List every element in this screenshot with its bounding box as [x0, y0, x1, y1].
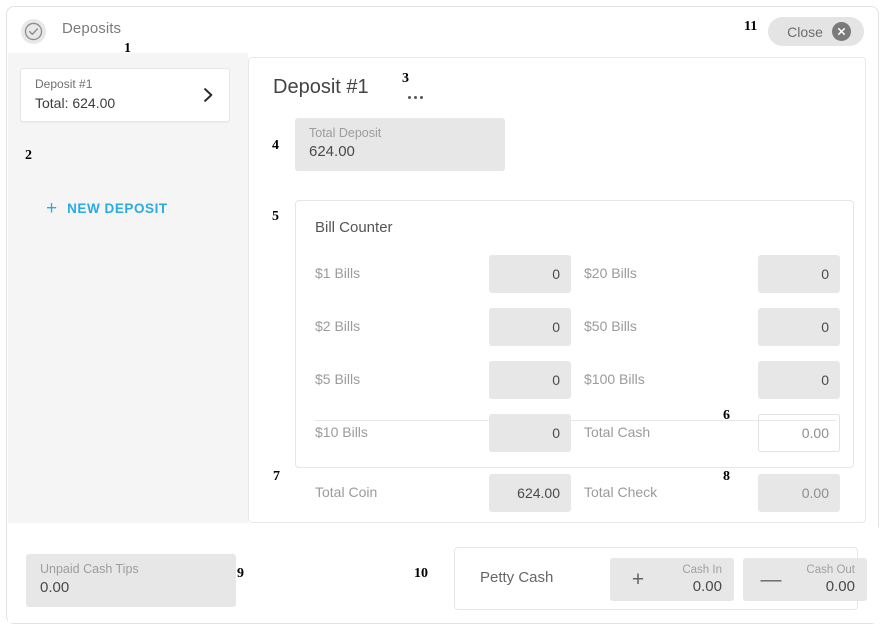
total-coin-input[interactable]: 624.00 — [489, 474, 571, 512]
check-circle-icon — [21, 19, 46, 44]
deposit-item-name: Deposit #1 — [35, 77, 93, 91]
plus-icon: + — [631, 568, 645, 591]
marker-9: 9 — [237, 566, 244, 581]
close-button-label: Close — [787, 23, 823, 40]
plus-icon: + — [46, 198, 58, 219]
unpaid-cash-tips-label: Unpaid Cash Tips — [40, 562, 139, 576]
total-deposit-field[interactable]: Total Deposit 624.00 — [295, 118, 505, 171]
bill-counter-row: $1 Bills 0 $20 Bills 0 — [296, 249, 855, 302]
new-deposit-button[interactable]: + NEW DEPOSIT — [46, 199, 168, 218]
total-deposit-label: Total Deposit — [309, 126, 382, 140]
bill-counter-card: Bill Counter $1 Bills 0 $20 Bills 0 $2 B… — [295, 200, 855, 512]
marker-11: 11 — [744, 19, 758, 34]
deposit-detail-title: Deposit #1 — [273, 76, 369, 98]
bill-input-50-bills[interactable]: 0 — [758, 308, 840, 346]
cash-in-value: 0.00 — [692, 578, 722, 596]
total-cash-label: Total Cash — [584, 424, 651, 440]
footer: Unpaid Cash Tips 0.00 Petty Cash + Cash … — [8, 527, 879, 623]
unpaid-cash-tips-value: 0.00 — [40, 579, 70, 596]
close-button[interactable]: Close — [768, 17, 864, 46]
cash-out-value: 0.00 — [825, 578, 855, 596]
bill-label-50-bills: $50 Bills — [584, 318, 637, 334]
chevron-right-icon — [198, 84, 218, 111]
bill-input-1-bills[interactable]: 0 — [489, 255, 571, 293]
bill-label-20-bills: $20 Bills — [584, 265, 637, 281]
bill-input-5-bills[interactable]: 0 — [489, 361, 571, 399]
cash-in-caption: Cash In — [682, 563, 722, 576]
marker-3: 3 — [402, 71, 409, 86]
bill-label-10-bills: $10 Bills — [315, 424, 368, 440]
bill-counter-row: $10 Bills 0 Total Cash 0.00 — [296, 408, 855, 461]
marker-2: 2 — [25, 148, 32, 163]
bill-input-2-bills[interactable]: 0 — [489, 308, 571, 346]
cash-out-button[interactable]: — Cash Out 0.00 — [743, 558, 867, 601]
petty-cash-label: Petty Cash — [480, 569, 554, 586]
bill-label-100-bills: $100 Bills — [584, 371, 645, 387]
cash-in-button[interactable]: + Cash In 0.00 — [610, 558, 734, 601]
marker-1: 1 — [124, 41, 131, 56]
sidebar-item-deposit-1[interactable]: Deposit #1 Total: 624.00 — [20, 68, 230, 122]
bill-label-2-bills: $2 Bills — [315, 318, 361, 334]
total-check-input[interactable]: 0.00 — [758, 474, 840, 512]
new-deposit-label: NEW DEPOSIT — [67, 201, 168, 216]
page-title: Deposits — [62, 20, 122, 37]
marker-4: 4 — [272, 138, 279, 153]
deposit-detail-panel: Deposit #1 Total Deposit 624.00 Bill Cou… — [248, 57, 866, 523]
marker-10: 10 — [414, 566, 428, 581]
bill-input-20-bills[interactable]: 0 — [758, 255, 840, 293]
bill-counter-row: $2 Bills 0 $50 Bills 0 — [296, 302, 855, 355]
marker-7: 7 — [273, 469, 280, 484]
deposits-container: Deposits Close Deposit #1 Total: 624.00 — [6, 6, 879, 624]
bill-counter-row: $5 Bills 0 $100 Bills 0 — [296, 355, 855, 408]
marker-5: 5 — [272, 209, 279, 224]
marker-8: 8 — [723, 469, 730, 484]
total-deposit-value: 624.00 — [309, 143, 355, 160]
total-coin-label: Total Coin — [315, 484, 378, 500]
bill-counter-title: Bill Counter — [315, 219, 393, 236]
bill-label-5-bills: $5 Bills — [315, 371, 361, 387]
petty-cash-section: Petty Cash + Cash In 0.00 — Cash Out 0.0… — [454, 547, 867, 610]
bill-counter-divider — [315, 420, 836, 421]
marker-6: 6 — [723, 408, 730, 423]
deposits-screen: Deposits Close Deposit #1 Total: 624.00 — [0, 0, 885, 630]
minus-icon: — — [760, 568, 782, 591]
bill-input-100-bills[interactable]: 0 — [758, 361, 840, 399]
total-check-label: Total Check — [584, 484, 658, 500]
bill-label-1-bills: $1 Bills — [315, 265, 361, 281]
bill-counter-totals-row: Total Coin 624.00 Total Check 0.00 — [296, 468, 855, 521]
cash-out-caption: Cash Out — [806, 563, 855, 576]
close-x-icon — [831, 22, 851, 41]
deposit-item-total: Total: 624.00 — [35, 95, 116, 111]
ellipsis-horizontal-icon[interactable] — [404, 92, 427, 103]
deposits-sidebar: Deposit #1 Total: 624.00 + NEW DEPOSIT — [8, 53, 248, 523]
unpaid-cash-tips-field[interactable]: Unpaid Cash Tips 0.00 — [26, 554, 236, 607]
